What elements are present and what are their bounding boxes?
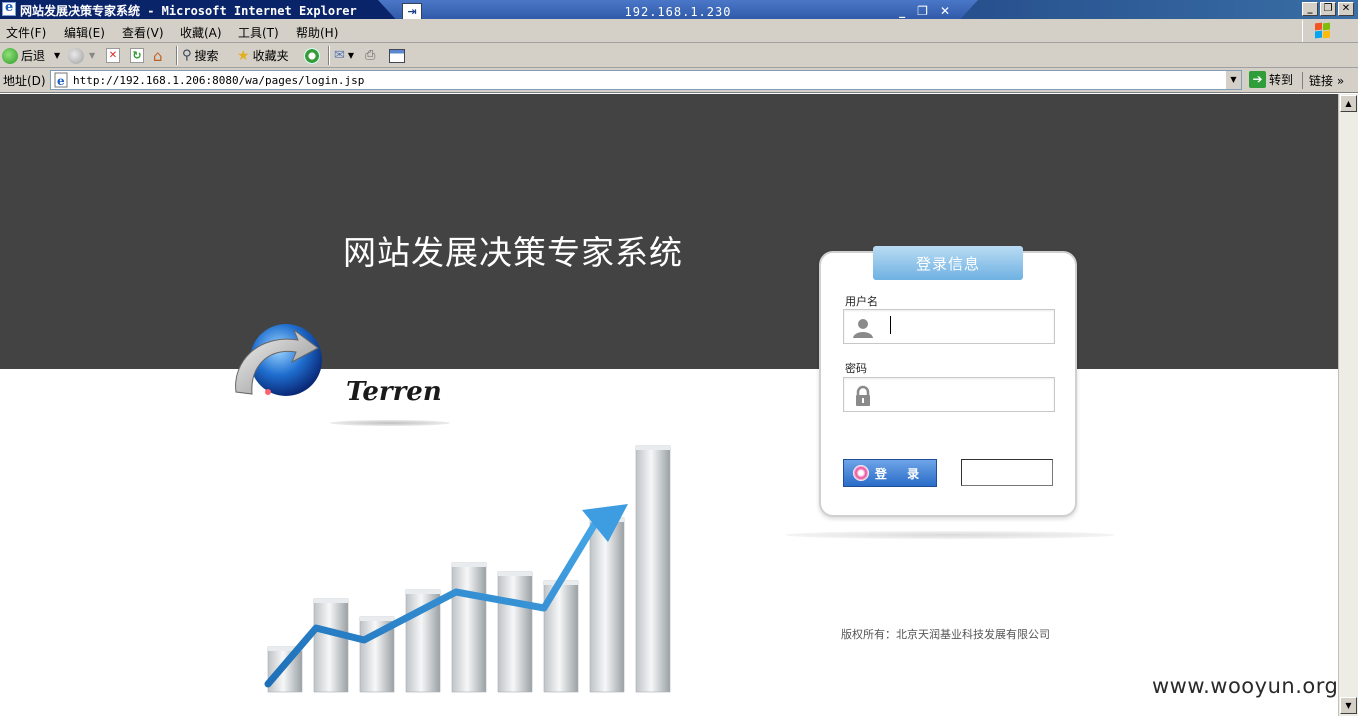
history-icon (304, 47, 320, 64)
user-icon (853, 319, 873, 338)
login-button-label: 登 录 (874, 466, 928, 481)
password-input[interactable] (884, 382, 1049, 408)
star-icon: ★ (237, 47, 250, 64)
back-button[interactable]: 后退 ▼ (2, 47, 60, 64)
ie-icon (2, 0, 16, 16)
illustration-bar-top (498, 572, 532, 576)
login-panel-shadow (785, 531, 1115, 539)
go-arrow-icon: ➔ (1249, 71, 1266, 88)
chevron-down-icon[interactable]: ▼ (89, 51, 95, 60)
url-text[interactable]: http://192.168.1.206:8080/wa/pages/login… (73, 74, 364, 87)
illustration-bar (497, 571, 533, 693)
copyright-text: 版权所有：北京天润基业科技发展有限公司 (841, 628, 1050, 641)
site-title: 网站发展决策专家系统 (343, 233, 683, 272)
refresh-icon: ↻ (130, 48, 144, 63)
illustration-bar (451, 562, 487, 693)
menu-view[interactable]: 查看(V) (122, 24, 164, 41)
rdp-minimize-button[interactable]: _ (899, 4, 905, 18)
illustration-bar (589, 517, 625, 693)
scroll-up-arrow-icon[interactable]: ▲ (1340, 95, 1357, 112)
toolbar: 后退 ▼ ▼ ✕ ↻ ⌂ ⚲ 搜索 ★ 收藏夹 ✉ ▼ ⎙ (0, 43, 1358, 68)
password-field[interactable] (843, 377, 1055, 412)
username-input[interactable] (884, 314, 1049, 340)
restore-button[interactable]: ❐ (1320, 2, 1336, 16)
stop-button[interactable]: ✕ (106, 47, 120, 64)
links-button[interactable]: 链接 » (1302, 72, 1344, 89)
illustration-bar-top (360, 617, 394, 621)
back-arrow-icon (2, 47, 18, 64)
chevron-down-icon[interactable]: ▼ (54, 51, 60, 60)
chevron-down-icon[interactable]: ▼ (1225, 71, 1241, 89)
close-button[interactable]: ✕ (1338, 2, 1354, 16)
illustration-bar-top (636, 446, 670, 450)
home-button[interactable]: ⌂ (153, 46, 163, 65)
go-button[interactable]: ➔ 转到 (1249, 71, 1293, 88)
printer-icon: ⎙ (365, 48, 376, 63)
window-title: 网站发展决策专家系统 - Microsoft Internet Explorer (20, 4, 357, 18)
illustration-bar-top (314, 599, 348, 603)
address-label: 地址(D) (3, 74, 46, 88)
address-bar: 地址(D) e http://192.168.1.206:8080/wa/pag… (0, 68, 1358, 93)
home-icon: ⌂ (153, 46, 163, 65)
rdp-host: 192.168.1.230 (624, 5, 732, 19)
lock-icon (856, 385, 870, 406)
page-viewport: 网站发展决策专家系统 Terren 登录信息 用户名 密码 登 录 版权所有：北… (0, 94, 1338, 716)
globe-logo-icon (235, 324, 322, 396)
menu-file[interactable]: 文件(F) (6, 24, 46, 41)
illustration-bar (313, 598, 349, 693)
watermark-text: www.wooyun.org (1152, 674, 1338, 698)
growth-chart-illustration (264, 445, 671, 693)
favorites-button[interactable]: ★ 收藏夹 (237, 47, 289, 64)
mail-icon: ✉ (334, 48, 345, 63)
menu-tools[interactable]: 工具(T) (238, 24, 279, 41)
login-panel-title: 登录信息 (873, 246, 1023, 280)
illustration-bar-top (452, 563, 486, 567)
ie-page-icon: e (54, 72, 68, 88)
search-icon: ⚲ (182, 48, 192, 63)
username-label: 用户名 (845, 295, 878, 308)
print-button[interactable]: ⎙ (365, 47, 375, 64)
favorites-label: 收藏夹 (252, 49, 289, 63)
refresh-button[interactable]: ↻ (130, 47, 144, 64)
windows-logo-icon (1302, 20, 1342, 42)
scroll-down-arrow-icon[interactable]: ▼ (1340, 697, 1357, 714)
chevron-down-icon[interactable]: ▼ (348, 51, 354, 60)
username-field[interactable] (843, 309, 1055, 344)
menu-edit[interactable]: 编辑(E) (64, 24, 105, 41)
address-input[interactable]: e http://192.168.1.206:8080/wa/pages/log… (50, 70, 1242, 90)
stop-icon: ✕ (106, 48, 120, 63)
menu-favorites[interactable]: 收藏(A) (180, 24, 222, 41)
rdp-restore-button[interactable]: ❐ (917, 4, 928, 18)
minimize-button[interactable]: _ (1302, 2, 1318, 16)
menu-bar: 文件(F) 编辑(E) 查看(V) 收藏(A) 工具(T) 帮助(H) (0, 19, 1358, 43)
password-label: 密码 (845, 362, 867, 375)
menu-help[interactable]: 帮助(H) (296, 24, 338, 41)
mail-button[interactable]: ✉ ▼ (334, 47, 354, 64)
document-edit-icon (389, 48, 405, 63)
forward-arrow-icon (68, 47, 84, 64)
edit-button[interactable] (389, 47, 405, 64)
svg-text:e: e (57, 74, 65, 88)
back-label: 后退 (21, 49, 46, 63)
forward-button[interactable]: ▼ (68, 47, 95, 64)
history-button[interactable] (304, 47, 320, 64)
illustration-bar (635, 445, 671, 693)
vertical-scrollbar[interactable]: ▲ ▼ (1338, 94, 1358, 716)
rdp-close-button[interactable]: ✕ (940, 4, 950, 18)
login-icon (852, 465, 869, 481)
search-button[interactable]: ⚲ 搜索 (182, 47, 219, 64)
captcha-box[interactable] (961, 459, 1053, 486)
illustration-bar-top (406, 590, 440, 594)
go-label: 转到 (1269, 73, 1294, 87)
search-label: 搜索 (194, 49, 219, 63)
login-button[interactable]: 登 录 (843, 459, 937, 487)
